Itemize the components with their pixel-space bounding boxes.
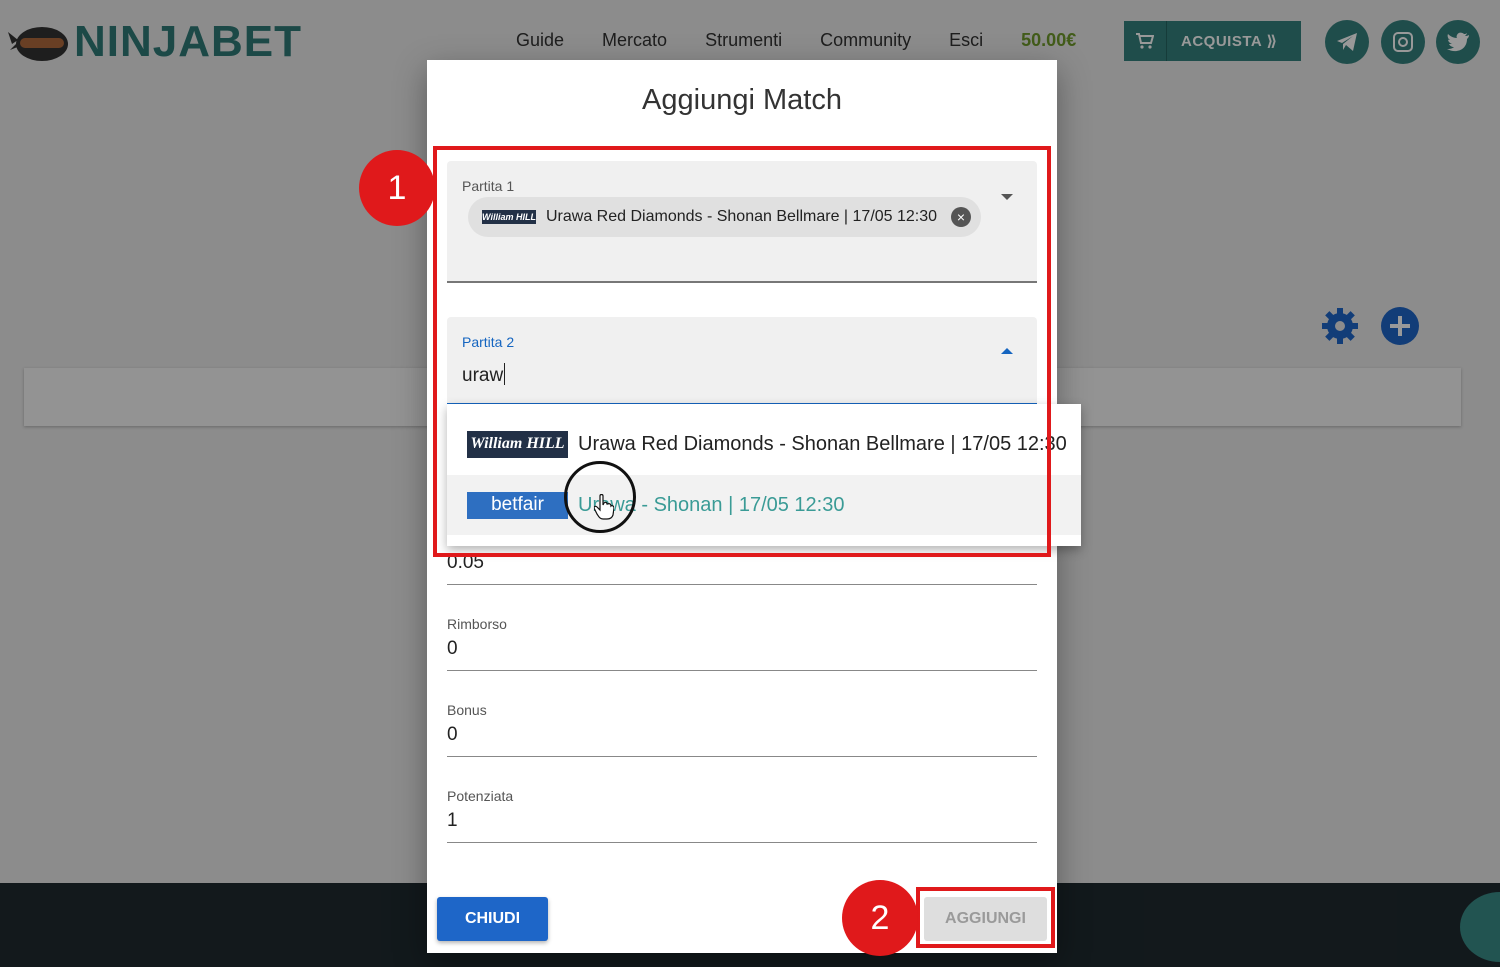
rimborso-value: 0 bbox=[447, 638, 458, 659]
bonus-value: 0 bbox=[447, 724, 458, 745]
modal-title: Aggiungi Match bbox=[642, 84, 842, 116]
annotation-badge-step2: 2 bbox=[842, 880, 918, 956]
bonus-field[interactable]: Bonus 0 bbox=[447, 702, 1037, 757]
rimborso-label: Rimborso bbox=[447, 616, 507, 632]
annotation-box-step1 bbox=[433, 146, 1051, 557]
potenziata-value: 1 bbox=[447, 810, 458, 831]
bonus-label: Bonus bbox=[447, 702, 487, 718]
close-button[interactable]: CHIUDI bbox=[437, 897, 548, 941]
annotation-badge-step1: 1 bbox=[359, 150, 435, 226]
annotation-box-step2 bbox=[916, 887, 1055, 948]
rimborso-field[interactable]: Rimborso 0 bbox=[447, 616, 1037, 671]
potenziata-label: Potenziata bbox=[447, 788, 514, 804]
potenziata-field[interactable]: Potenziata 1 bbox=[447, 788, 1037, 843]
